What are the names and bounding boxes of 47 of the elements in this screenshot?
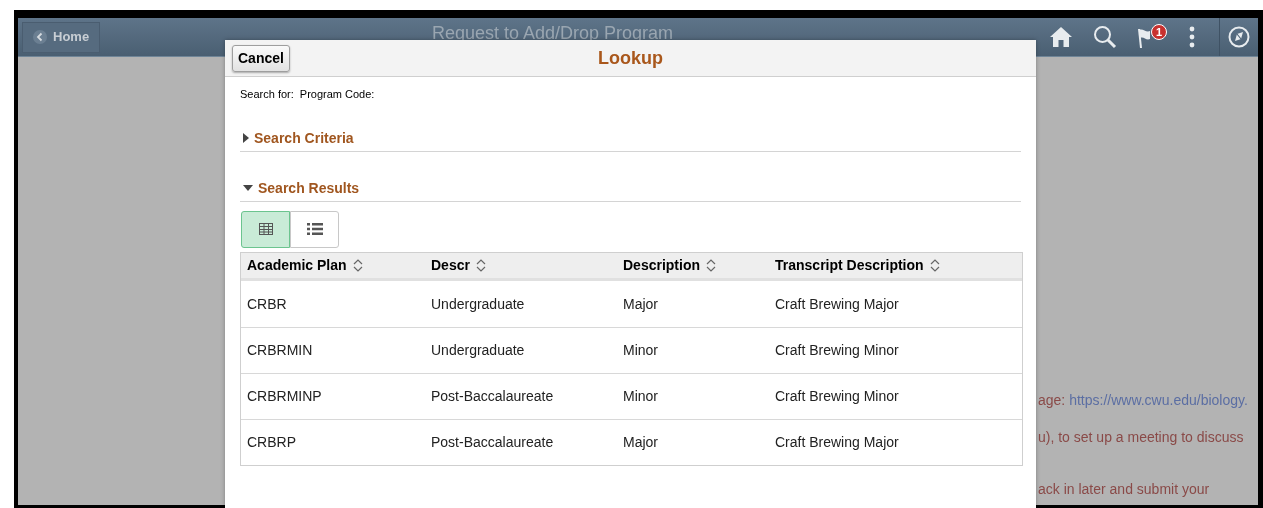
table-cell: Minor: [623, 388, 658, 404]
grid-view-button[interactable]: [241, 210, 290, 248]
cancel-button[interactable]: Cancel: [232, 44, 290, 72]
table-cell: Major: [623, 295, 658, 312]
section-toggle[interactable]: Search Criteria: [240, 127, 354, 149]
table-cell: Post-Baccalaureate: [431, 388, 554, 404]
table-cell: CRBR: [247, 295, 287, 312]
list-view-button[interactable]: [290, 210, 339, 248]
caret-right-icon: [243, 133, 249, 143]
caret-down-icon: [243, 185, 253, 191]
table-cell: CRBRP: [247, 434, 296, 450]
grid-icon: [258, 223, 273, 235]
table-cell: Major: [623, 434, 658, 450]
table-cell: Undergraduate: [431, 295, 525, 312]
table-cell: Craft Brewing Minor: [775, 342, 899, 358]
column-header[interactable]: Transcript Description: [775, 254, 924, 276]
table-cell: Craft Brewing Major: [775, 295, 899, 312]
table-cell: CRBRMIN: [247, 342, 313, 358]
home-icon[interactable]: [1049, 26, 1073, 48]
table-cell: Craft Brewing Major: [775, 434, 899, 450]
table-cell: CRBRMINP: [247, 388, 322, 404]
search-icon[interactable]: [1093, 25, 1117, 49]
column-header[interactable]: Descr: [431, 254, 470, 276]
sort-icon: [706, 258, 716, 272]
list-icon: [306, 223, 323, 235]
search-for-label: Search for:: [240, 87, 294, 102]
page-title: Request to Add/Drop Program: [431, 21, 674, 45]
sort-icon: [475, 258, 486, 272]
chevron-left-icon: [33, 30, 47, 44]
table-cell: Undergraduate: [431, 342, 525, 358]
background-text: ack in later and submit your: [1038, 481, 1210, 497]
flag-icon[interactable]: [1137, 27, 1151, 49]
column-header[interactable]: Academic Plan: [247, 254, 347, 276]
dialog-title: Lookup: [598, 46, 663, 70]
compass-icon[interactable]: [1228, 26, 1250, 48]
table-cell: Minor: [623, 342, 658, 358]
search-for-value: Program Code:: [299, 87, 375, 102]
notification-badge: 1: [1151, 24, 1167, 40]
section-toggle[interactable]: Search Results: [240, 177, 360, 199]
more-options-icon[interactable]: [1189, 26, 1195, 48]
table-cell: Post-Baccalaureate: [431, 434, 554, 450]
column-header[interactable]: Description: [623, 254, 700, 276]
sort-icon: [929, 258, 940, 272]
background-text: age: https://www.cwu.edu/biology.: [1038, 392, 1248, 410]
table-cell: Craft Brewing Minor: [775, 388, 899, 404]
sort-icon: [352, 258, 363, 272]
background-text: u), to set up a meeting to discuss: [1038, 429, 1244, 447]
